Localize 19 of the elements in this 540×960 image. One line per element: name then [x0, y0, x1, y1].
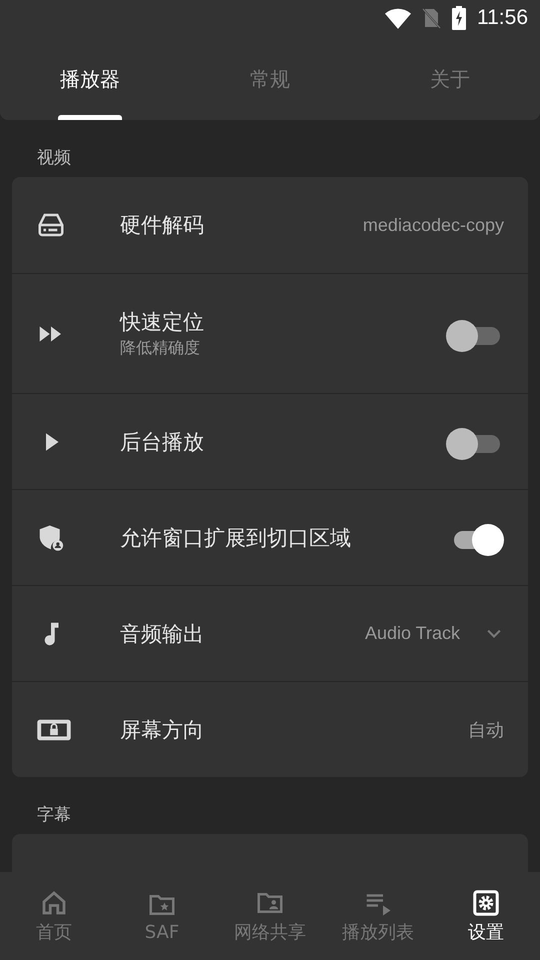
setting-title[interactable]: 快速定位: [120, 308, 446, 336]
no-sim-icon: [421, 7, 441, 29]
battery-charging-icon: [451, 6, 467, 30]
settings-icon: [471, 888, 501, 918]
setting-title[interactable]: 硬件解码: [120, 211, 363, 239]
setting-title[interactable]: 屏幕方向: [120, 716, 468, 744]
status-time: 11:56: [477, 6, 528, 30]
wifi-icon: [385, 7, 411, 29]
setting-value: mediacodec-copy: [362, 214, 504, 236]
setting-title[interactable]: 音频输出: [120, 620, 365, 648]
setting-title[interactable]: 允许窗口扩展到切口区域: [120, 524, 446, 552]
tab[interactable]: 播放器: [0, 36, 180, 120]
section-header: 字幕: [36, 804, 72, 827]
audio-output-dropdown[interactable]: Audio Track: [364, 623, 504, 644]
section-header: 视频: [36, 147, 72, 170]
nav-item[interactable]: 设置: [432, 872, 540, 960]
setting-subtitle: 降低精确度: [120, 338, 201, 359]
setting-title[interactable]: 后台播放: [120, 428, 446, 456]
setting-value: 自动: [468, 718, 504, 742]
